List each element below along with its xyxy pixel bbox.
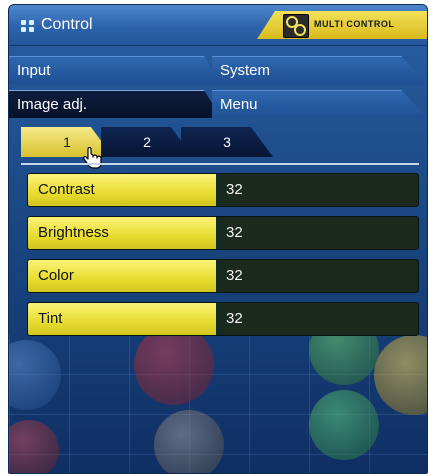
tab-menu-label: Menu <box>220 96 258 113</box>
sub-tab-3-label: 3 <box>223 134 231 150</box>
sub-tab-1-label: 1 <box>63 134 71 150</box>
sub-tab-strip: 1 2 3 <box>9 127 427 157</box>
control-window: Control MULTI CONTROL Input System Image… <box>8 4 428 474</box>
multi-control-icon <box>283 14 309 38</box>
setting-row-brightness[interactable]: Brightness 32 <box>27 216 419 250</box>
title-bar: Control MULTI CONTROL <box>9 5 427 46</box>
tab-input[interactable]: Input <box>9 56 221 84</box>
setting-row-contrast[interactable]: Contrast 32 <box>27 173 419 207</box>
sub-tab-2-label: 2 <box>143 134 151 150</box>
setting-value: 32 <box>226 174 416 206</box>
setting-value: 32 <box>226 260 416 292</box>
tab-image-adj-label: Image adj. <box>17 96 88 113</box>
sub-tab-2[interactable]: 2 <box>101 127 193 157</box>
setting-label: Tint <box>28 303 216 335</box>
settings-panel: Contrast 32 Brightness 32 Color 32 Tint … <box>21 163 419 345</box>
decorative-orb <box>154 410 224 473</box>
decorative-orb <box>309 390 379 460</box>
sub-tab-3[interactable]: 3 <box>181 127 273 157</box>
tab-system[interactable]: System <box>212 56 427 84</box>
setting-label: Color <box>28 260 216 292</box>
setting-row-tint[interactable]: Tint 32 <box>27 302 419 336</box>
setting-value: 32 <box>226 303 416 335</box>
multi-control-button[interactable]: MULTI CONTROL <box>257 11 427 39</box>
tab-image-adj[interactable]: Image adj. <box>9 90 221 118</box>
setting-value: 32 <box>226 217 416 249</box>
tab-menu[interactable]: Menu <box>212 90 427 118</box>
setting-label: Brightness <box>28 217 216 249</box>
tab-input-label: Input <box>17 62 51 79</box>
setting-row-color[interactable]: Color 32 <box>27 259 419 293</box>
window-title: Control <box>41 16 93 33</box>
tab-system-label: System <box>220 62 271 79</box>
multi-control-label: MULTI CONTROL <box>314 19 395 29</box>
setting-label: Contrast <box>28 174 216 206</box>
grid-dots-icon <box>21 20 35 32</box>
